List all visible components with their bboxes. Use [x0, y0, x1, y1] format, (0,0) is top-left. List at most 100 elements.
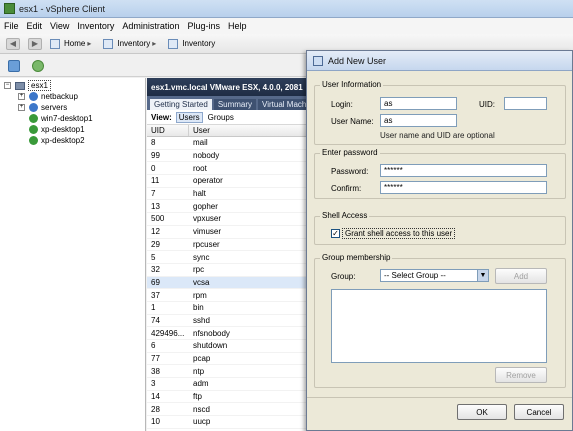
tree-host-row[interactable]: − esx1 [0, 80, 145, 91]
view-switcher: View: Users Groups [147, 110, 307, 125]
new-vm-icon[interactable] [8, 59, 20, 72]
table-row[interactable]: 429496... nfsnobody [147, 327, 307, 340]
cancel-button[interactable]: Cancel [514, 404, 564, 420]
group-list[interactable] [331, 289, 547, 363]
uid-cell: 7 [151, 189, 156, 199]
collapse-icon[interactable]: − [4, 82, 11, 89]
group-membership-legend: Group membership [320, 253, 393, 262]
ok-button[interactable]: OK [457, 404, 507, 420]
breadcrumb-inventory-label-1: Inventory [117, 39, 151, 48]
menu-inventory[interactable]: Inventory [77, 21, 114, 31]
table-row[interactable]: 29 rpcuser [147, 239, 307, 252]
table-row[interactable]: 0 root [147, 162, 307, 176]
menu-edit[interactable]: Edit [27, 21, 43, 31]
expand-icon[interactable]: + [18, 104, 25, 111]
table-row[interactable]: 38 ntp [147, 365, 307, 379]
tree-item[interactable]: xp-desktop1 [0, 124, 145, 135]
table-row[interactable]: 8 mail [147, 137, 307, 150]
inventory-tree: − esx1 + netbackup + servers win7-deskto… [0, 78, 146, 431]
dialog-window-icon [313, 55, 323, 66]
username-input[interactable] [380, 114, 457, 127]
confirm-password-input[interactable] [380, 181, 547, 194]
table-row[interactable]: 10 uucp [147, 416, 307, 429]
user-cell: sshd [193, 315, 210, 325]
user-cell: sync [193, 252, 210, 262]
user-cell: pcap [193, 354, 211, 364]
uid-cell: 37 [151, 290, 160, 300]
inventory-icon [103, 38, 114, 49]
table-row[interactable]: 32 rpc [147, 264, 307, 277]
view-users-button[interactable]: Users [175, 111, 203, 123]
table-row[interactable]: 28 nscd [147, 403, 307, 417]
tab-summary[interactable]: Summary [213, 99, 257, 110]
tree-item-label: xp-desktop2 [41, 136, 85, 145]
vm-icon [29, 125, 38, 134]
refresh-icon[interactable] [32, 59, 44, 72]
uid-cell: 5 [151, 252, 156, 262]
user-cell: operator [193, 176, 223, 186]
user-cell: rpm [193, 290, 207, 300]
password-input[interactable] [380, 164, 547, 177]
tree-item[interactable]: + netbackup [0, 91, 145, 102]
table-row[interactable]: 13 gopher [147, 200, 307, 214]
table-row[interactable]: 37 rpm [147, 289, 307, 302]
menu-plugins[interactable]: Plug-ins [187, 21, 220, 31]
grant-shell-checkbox[interactable]: ✓ [331, 229, 340, 238]
add-group-button[interactable]: Add [495, 268, 547, 284]
column-user[interactable]: User [189, 125, 307, 136]
uid-cell: 74 [151, 315, 160, 325]
login-input[interactable] [380, 97, 457, 110]
table-row[interactable]: 99 nobody [147, 150, 307, 163]
view-groups-button[interactable]: Groups [205, 112, 237, 123]
expand-icon[interactable]: + [18, 93, 25, 100]
uid-input[interactable] [504, 97, 547, 110]
table-row[interactable]: 500 vpxuser [147, 213, 307, 226]
table-row[interactable]: 6 shutdown [147, 340, 307, 353]
tab-virtual-machines[interactable]: Virtual Mach [258, 99, 307, 110]
breadcrumb-inventory-2[interactable]: Inventory [168, 38, 215, 49]
table-row[interactable]: 7 halt [147, 188, 307, 201]
password-legend: Enter password [320, 148, 380, 157]
tree-item[interactable]: xp-desktop2 [0, 135, 145, 146]
footer-divider [307, 397, 572, 398]
user-cell: nscd [193, 404, 210, 414]
forward-arrow-icon[interactable]: ▶ [28, 37, 42, 50]
column-uid[interactable]: UID [147, 125, 189, 136]
breadcrumb-home[interactable]: Home ▸ [50, 38, 95, 49]
uid-label: UID: [479, 100, 495, 109]
table-row[interactable]: 14 ftp [147, 391, 307, 404]
confirm-label: Confirm: [331, 184, 362, 193]
table-row[interactable]: 74 sshd [147, 315, 307, 328]
menu-help[interactable]: Help [228, 21, 247, 31]
host-tabs: Getting Started Summary Virtual Mach [147, 96, 307, 110]
chevron-down-icon: ▼ [477, 270, 488, 281]
group-select[interactable]: -- Select Group -- ▼ [380, 269, 489, 282]
user-cell: bin [193, 303, 204, 313]
uid-cell: 38 [151, 366, 160, 376]
tab-getting-started[interactable]: Getting Started [150, 99, 212, 110]
table-row[interactable]: 69 vcsa [147, 276, 307, 290]
table-row[interactable]: 5 sync [147, 251, 307, 264]
back-arrow-icon[interactable]: ◀ [6, 37, 20, 50]
menu-file[interactable]: File [4, 21, 19, 31]
table-row[interactable]: 77 pcap [147, 353, 307, 366]
uid-cell: 10 [151, 417, 160, 427]
uid-cell: 77 [151, 354, 160, 364]
menu-administration[interactable]: Administration [122, 21, 179, 31]
user-cell: nobody [193, 151, 220, 161]
username-label: User Name: [331, 117, 374, 126]
tree-item[interactable]: win7-desktop1 [0, 113, 145, 124]
table-row[interactable]: 11 operator [147, 175, 307, 188]
grant-shell-label[interactable]: Grant shell access to this user [342, 228, 456, 239]
user-cell: ntp [193, 366, 205, 376]
user-cell: nfsnobody [193, 328, 230, 338]
breadcrumb-inventory-1[interactable]: Inventory ▸ [103, 38, 160, 49]
tree-item[interactable]: + servers [0, 102, 145, 113]
table-row[interactable]: 1 bin [147, 302, 307, 315]
table-row[interactable]: 3 adm [147, 378, 307, 391]
table-row[interactable]: 12 vimuser [147, 226, 307, 239]
menu-view[interactable]: View [50, 21, 69, 31]
remove-group-button[interactable]: Remove [495, 367, 547, 383]
uid-cell: 500 [151, 214, 165, 224]
user-cell: ftp [193, 392, 202, 402]
